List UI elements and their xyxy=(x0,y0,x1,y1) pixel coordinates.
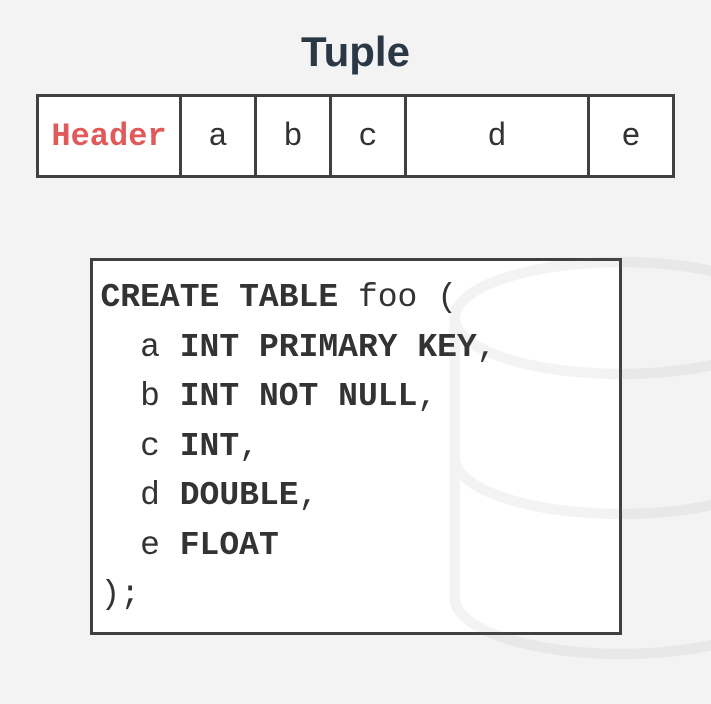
sql-col-name: c xyxy=(140,428,160,465)
sql-code-block: CREATE TABLE foo ( a INT PRIMARY KEY, b … xyxy=(90,258,622,635)
sql-comma: , xyxy=(299,477,319,514)
tuple-cell-b: b xyxy=(257,97,329,175)
diagram-title: Tuple xyxy=(0,28,711,76)
sql-comma: , xyxy=(417,378,437,415)
sql-col-name: a xyxy=(140,329,160,366)
sql-close-paren: ); xyxy=(101,576,141,613)
tuple-cell-e: e xyxy=(590,97,672,175)
tuple-table: Header a b c d e xyxy=(36,94,675,178)
sql-col-type: INT NOT NULL xyxy=(180,378,418,415)
tuple-cell-a: a xyxy=(182,97,254,175)
sql-table-name: foo xyxy=(358,279,417,316)
sql-open-paren: ( xyxy=(437,279,457,316)
sql-col-name: b xyxy=(140,378,160,415)
sql-comma: , xyxy=(477,329,497,366)
tuple-header-cell: Header xyxy=(39,97,179,175)
sql-col-type: INT PRIMARY KEY xyxy=(180,329,477,366)
sql-col-name: d xyxy=(140,477,160,514)
tuple-cell-c: c xyxy=(332,97,404,175)
sql-col-name: e xyxy=(140,527,160,564)
sql-comma: , xyxy=(239,428,259,465)
sql-col-type: DOUBLE xyxy=(180,477,299,514)
sql-col-type: INT xyxy=(180,428,239,465)
tuple-cell-d: d xyxy=(407,97,587,175)
sql-col-type: FLOAT xyxy=(180,527,279,564)
sql-keyword-create: CREATE TABLE xyxy=(101,279,339,316)
